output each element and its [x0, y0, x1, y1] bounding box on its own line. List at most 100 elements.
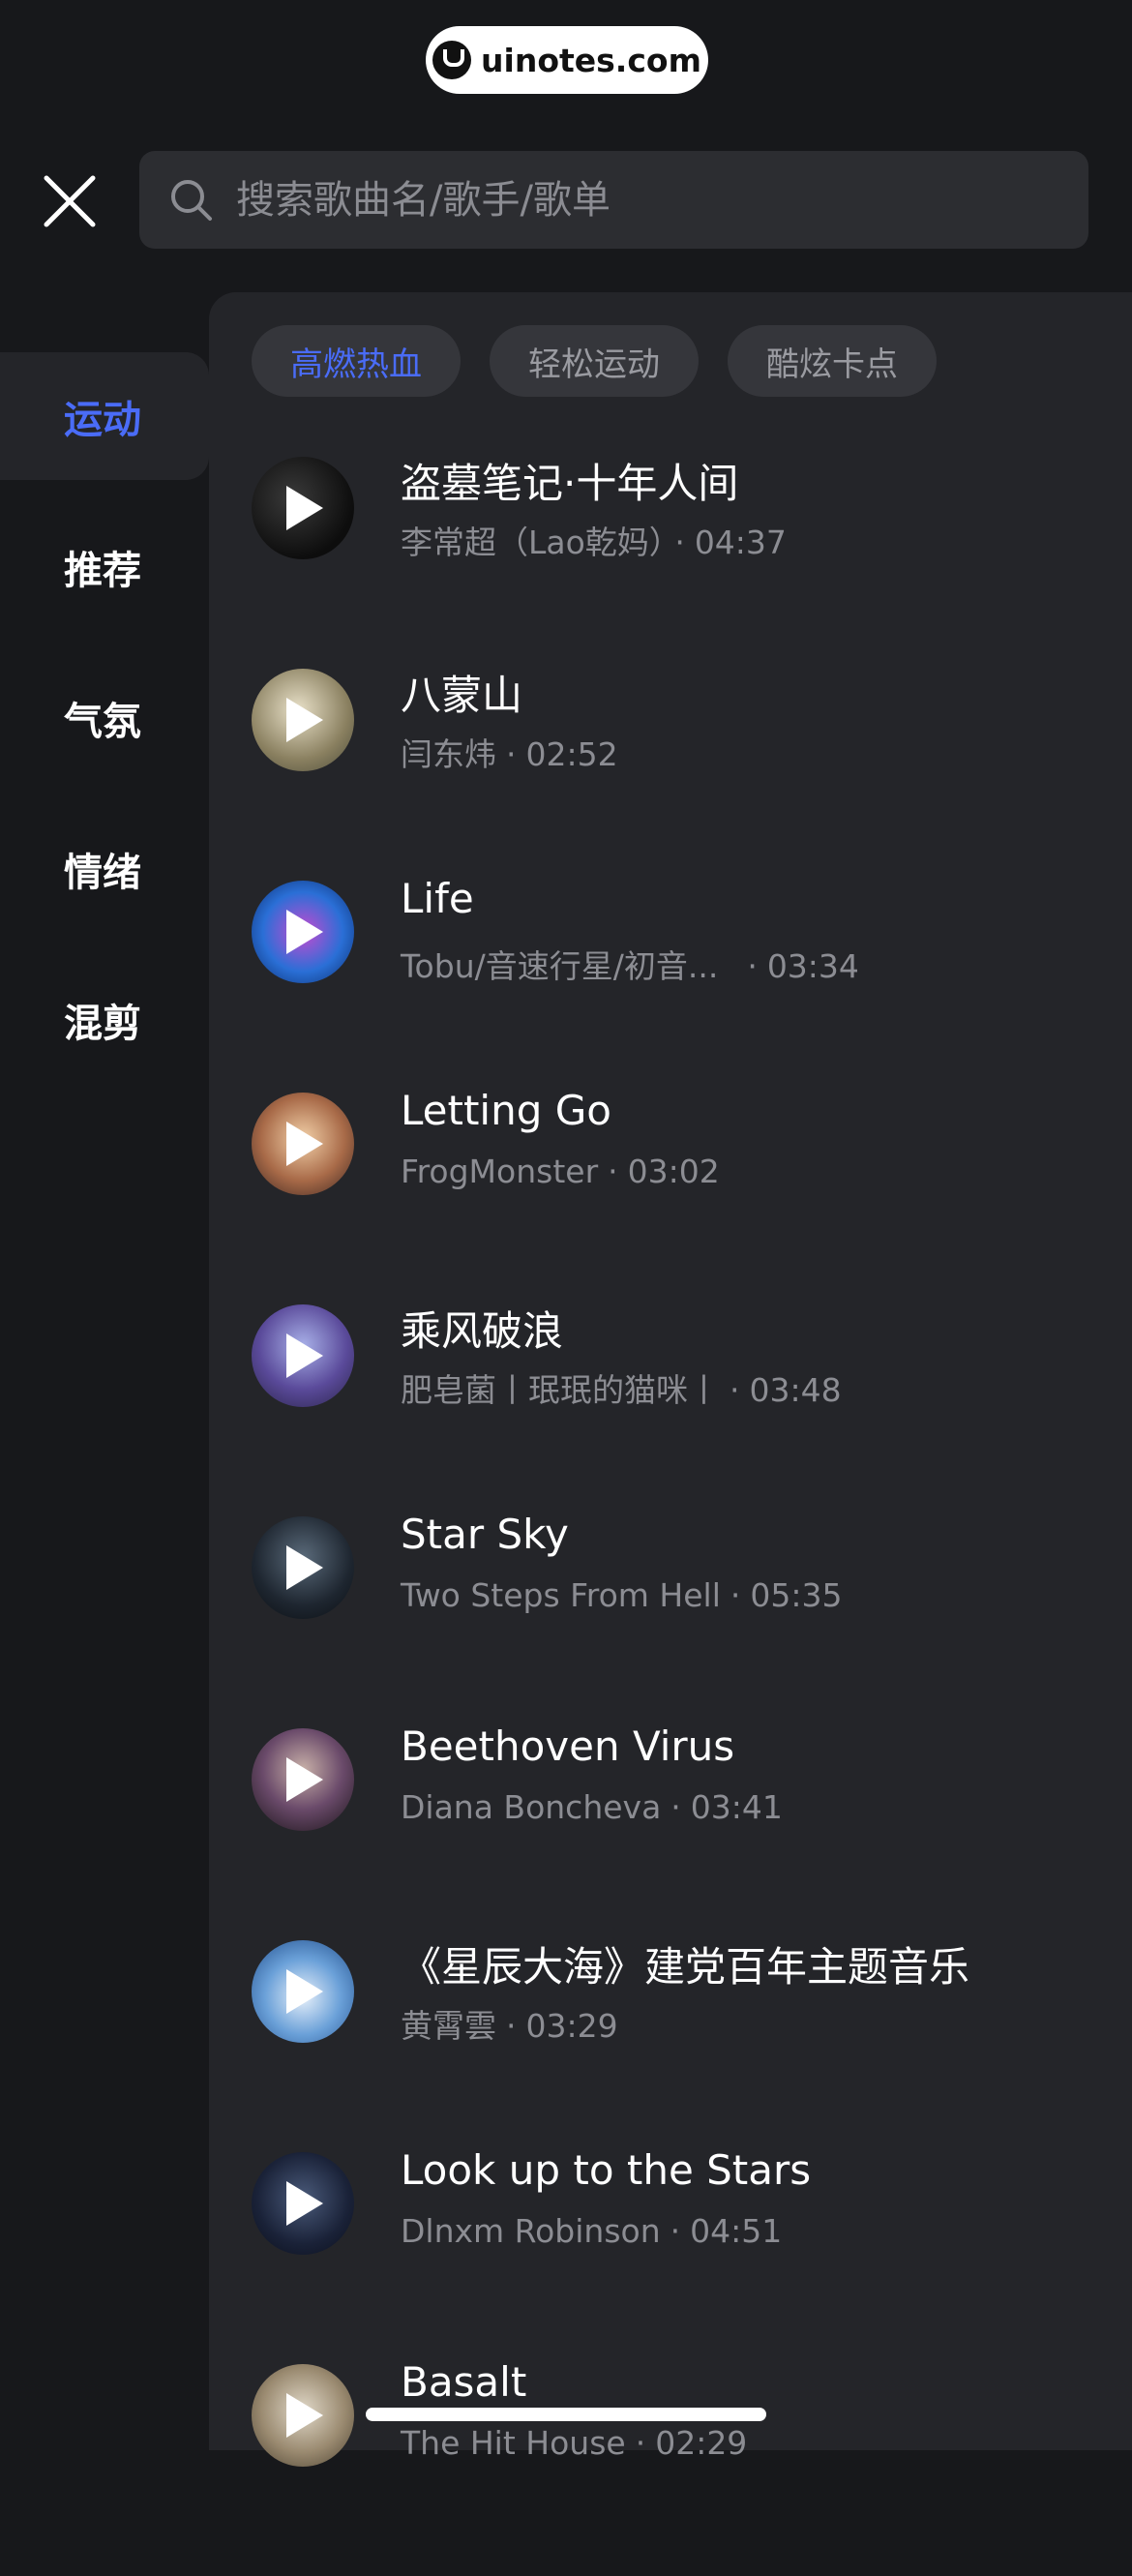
song-artist: 黄霄雲: [401, 2007, 496, 2045]
play-icon: [286, 698, 323, 742]
song-meta: Tobu/音速行星/初音... · 03:34: [401, 941, 859, 987]
separator-dot: ·: [674, 524, 685, 561]
search-input[interactable]: [234, 176, 1088, 224]
song-cover[interactable]: [252, 1940, 354, 2043]
sidebar-item-remix[interactable]: 混剪: [0, 956, 209, 1084]
song-item[interactable]: 《星辰大海》建党百年主题音乐 黄霄雲 · 03:29: [252, 1940, 1103, 2152]
song-panel: 高燃热血 轻松运动 酷炫卡点 盗墓笔记·十年人间 李常超（Lao乾妈） · 04:3…: [209, 292, 1132, 2467]
song-item[interactable]: Basalt The Hit House · 02:29: [252, 2358, 1103, 2576]
separator-dot: ·: [730, 1576, 741, 1614]
chip-light-exercise[interactable]: 轻松运动: [490, 325, 699, 397]
song-list: 盗墓笔记·十年人间 李常超（Lao乾妈） · 04:37 八蒙山 闫东炜 · 02:52…: [252, 457, 1103, 2576]
song-duration: 04:37: [694, 524, 787, 561]
song-meta: 黄霄雲 · 03:29: [401, 2000, 618, 2047]
separator-dot: ·: [670, 2212, 681, 2250]
song-duration: 03:48: [749, 1371, 842, 1409]
separator-dot: ·: [608, 1153, 618, 1190]
song-cover[interactable]: [252, 1093, 354, 1195]
separator-dot: ·: [506, 735, 517, 773]
close-icon: [44, 175, 96, 227]
song-item[interactable]: Letting Go FrogMonster · 03:02: [252, 1087, 1103, 1304]
play-icon: [286, 2393, 323, 2438]
song-artist: 李常超（Lao乾妈）: [401, 524, 666, 561]
song-item[interactable]: Look up to the Stars Dlnxm Robinson · 04:5…: [252, 2146, 1103, 2364]
song-cover[interactable]: [252, 1516, 354, 1619]
song-cover[interactable]: [252, 1304, 354, 1407]
song-title: Letting Go: [401, 1087, 611, 1134]
song-cover[interactable]: [252, 1728, 354, 1831]
separator-dot: ·: [635, 2424, 646, 2462]
song-item[interactable]: 乘风破浪 肥皂菌丨珉珉的猫咪丨 · 03:48: [252, 1304, 1103, 1516]
song-meta: 李常超（Lao乾妈） · 04:37: [401, 517, 787, 563]
play-icon: [286, 1545, 323, 1590]
song-artist: The Hit House: [401, 2424, 626, 2462]
sidebar-item-sport[interactable]: 运动: [0, 352, 209, 480]
search-bar[interactable]: [139, 151, 1088, 249]
subcategory-chips: 高燃热血 轻松运动 酷炫卡点: [252, 325, 966, 397]
song-title: 八蒙山: [401, 672, 523, 719]
song-title: 乘风破浪: [401, 1307, 564, 1355]
song-duration: 03:02: [627, 1153, 720, 1190]
song-meta: Two Steps From Hell · 05:35: [401, 1576, 843, 1614]
chip-beat-sync[interactable]: 酷炫卡点: [728, 325, 937, 397]
song-artist: FrogMonster: [401, 1153, 599, 1190]
song-artist: Dlnxm Robinson: [401, 2212, 661, 2250]
song-meta: The Hit House · 02:29: [401, 2424, 747, 2462]
song-artist: 肥皂菌丨珉珉的猫咪丨: [401, 1371, 720, 1409]
song-meta: Diana Boncheva · 03:41: [401, 1788, 783, 1826]
song-item[interactable]: 八蒙山 闫东炜 · 02:52: [252, 669, 1103, 881]
home-indicator[interactable]: [366, 2408, 766, 2421]
watermark-text: uinotes.com: [481, 41, 701, 79]
song-duration: 03:29: [525, 2007, 618, 2045]
uinotes-watermark: uinotes.com: [426, 26, 708, 94]
song-meta: FrogMonster · 03:02: [401, 1153, 720, 1190]
song-artist: Tobu/音速行星/初音...: [401, 947, 719, 985]
close-button[interactable]: [43, 174, 97, 228]
song-cover[interactable]: [252, 2364, 354, 2467]
song-title: Life: [401, 875, 474, 922]
song-title: 盗墓笔记·十年人间: [401, 460, 739, 507]
uinotes-logo-icon: [432, 41, 472, 79]
separator-dot: ·: [747, 947, 758, 985]
sidebar-item-recommend[interactable]: 推荐: [0, 503, 209, 631]
separator-dot: ·: [730, 1371, 740, 1409]
play-icon: [286, 1969, 323, 2014]
song-artist: 闫东炜: [401, 735, 496, 773]
song-item[interactable]: Star Sky Two Steps From Hell · 05:35: [252, 1511, 1103, 1728]
song-duration: 03:41: [690, 1788, 783, 1826]
chip-high-energy[interactable]: 高燃热血: [252, 325, 461, 397]
play-icon: [286, 486, 323, 530]
song-title: Star Sky: [401, 1511, 569, 1558]
song-artist: Two Steps From Hell: [401, 1576, 721, 1614]
song-duration: 02:52: [525, 735, 618, 773]
song-item[interactable]: Beethoven Virus Diana Boncheva · 03:41: [252, 1722, 1103, 1940]
song-meta: Dlnxm Robinson · 04:51: [401, 2212, 782, 2250]
song-item[interactable]: 盗墓笔记·十年人间 李常超（Lao乾妈） · 04:37: [252, 457, 1103, 669]
song-title: Beethoven Virus: [401, 1722, 735, 1770]
song-title: Look up to the Stars: [401, 2146, 812, 2194]
sidebar-item-mood[interactable]: 情绪: [0, 805, 209, 933]
separator-dot: ·: [506, 2007, 517, 2045]
song-item[interactable]: Life Tobu/音速行星/初音... · 03:34: [252, 875, 1103, 1093]
song-cover[interactable]: [252, 669, 354, 771]
song-title: 《星辰大海》建党百年主题音乐: [401, 1943, 970, 1991]
play-icon: [286, 1333, 323, 1378]
song-duration: 04:51: [690, 2212, 783, 2250]
song-duration: 03:34: [766, 947, 859, 985]
category-sidebar: 运动 推荐 气氛 情绪 混剪: [0, 352, 209, 1107]
song-cover[interactable]: [252, 2152, 354, 2255]
search-icon: [171, 179, 212, 221]
separator-dot: ·: [670, 1788, 681, 1826]
song-artist: Diana Boncheva: [401, 1788, 662, 1826]
song-meta: 肥皂菌丨珉珉的猫咪丨 · 03:48: [401, 1364, 842, 1411]
play-icon: [286, 910, 323, 954]
song-meta: 闫东炜 · 02:52: [401, 729, 618, 775]
play-icon: [286, 1757, 323, 1802]
song-title: Basalt: [401, 2358, 527, 2406]
song-cover[interactable]: [252, 457, 354, 559]
song-cover[interactable]: [252, 881, 354, 983]
sidebar-item-atmosphere[interactable]: 气氛: [0, 654, 209, 782]
play-icon: [286, 1122, 323, 1166]
song-duration: 02:29: [655, 2424, 748, 2462]
song-duration: 05:35: [750, 1576, 843, 1614]
